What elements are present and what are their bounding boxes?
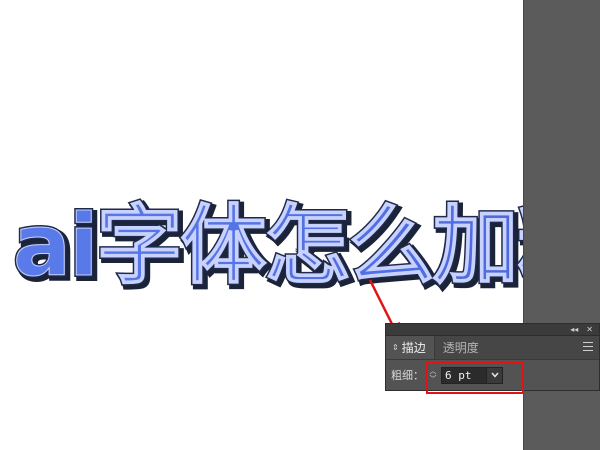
chevron-down-icon[interactable]: ﹀ (430, 375, 437, 383)
tab-stroke[interactable]: ⇕ 描边 (386, 336, 435, 359)
panel-tabs: ⇕ 描边 透明度 (386, 336, 599, 360)
stroked-headline[interactable]: ai字体怎么加粗 ai字体怎么加粗 ai字体怎么加粗 (10, 186, 600, 302)
weight-input[interactable] (441, 366, 487, 384)
collapse-icon[interactable]: ◂◂ (570, 325, 578, 335)
weight-stepper[interactable]: ︿ ﹀ (428, 366, 438, 384)
chevron-down-icon (490, 372, 499, 378)
chevron-up-icon[interactable]: ︿ (430, 367, 437, 375)
tab-transparency-label: 透明度 (442, 341, 479, 355)
panel-title-bar[interactable]: ◂◂ ✕ (386, 324, 599, 336)
tab-transparency[interactable]: 透明度 (435, 336, 487, 359)
stroke-panel: ◂◂ ✕ ⇕ 描边 透明度 粗细： ︿ ﹀ (385, 323, 600, 391)
panel-menu-icon[interactable] (583, 342, 593, 351)
tab-stroke-label: 描边 (401, 341, 426, 355)
tab-expand-icon: ⇕ (392, 343, 399, 352)
close-icon[interactable]: ✕ (586, 325, 593, 335)
panel-body: 粗细： ︿ ﹀ (386, 360, 599, 390)
weight-label: 粗细： (391, 369, 424, 382)
weight-dropdown-button[interactable] (487, 366, 503, 384)
headline-svg: ai字体怎么加粗 ai字体怎么加粗 ai字体怎么加粗 (11, 194, 600, 302)
headline-anchor-path: ai字体怎么加粗 (13, 196, 600, 296)
